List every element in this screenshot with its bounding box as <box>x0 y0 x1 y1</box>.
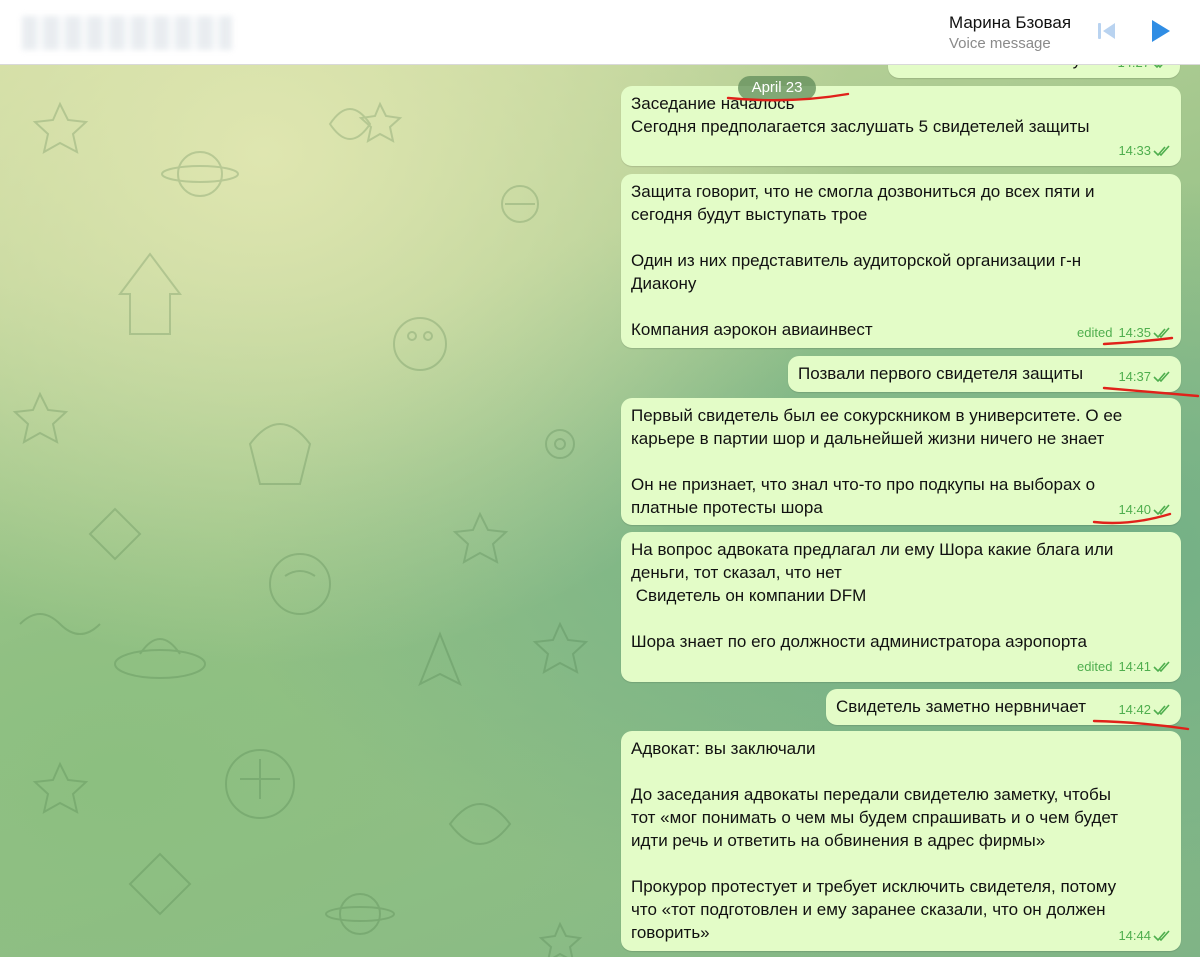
message-time: 14:42 <box>1118 702 1151 717</box>
message-meta: 14:42 <box>1118 698 1171 721</box>
message-meta: 14:44 <box>1118 924 1171 947</box>
double-check-icon <box>1153 660 1170 672</box>
edited-label: edited <box>1077 325 1113 340</box>
double-check-icon <box>1153 144 1170 156</box>
double-check-icon <box>1153 703 1170 715</box>
edited-label: edited <box>1077 659 1113 674</box>
message-bubble[interactable]: Свидетель заметно нервничает 14:42 <box>826 689 1181 725</box>
message-bubble[interactable]: Адвокат: вы заключали До заседания адвок… <box>621 731 1181 951</box>
message-text: Заседание началось Сегодня предполагаетс… <box>631 94 1090 136</box>
message-time: 14:37 <box>1118 369 1151 384</box>
double-check-icon <box>1153 326 1170 338</box>
message-bubble[interactable]: Заседание началось Сегодня предполагаетс… <box>621 86 1181 166</box>
message-text: Адвокат: вы заключали До заседания адвок… <box>631 739 1119 942</box>
message-time: 14:35 <box>1118 325 1151 340</box>
message-meta: edited 14:41 <box>1077 655 1171 678</box>
message-bubble[interactable]: Защита говорит, что не смогла дозвонитьс… <box>621 174 1181 348</box>
message-time: 14:44 <box>1118 928 1151 943</box>
audio-player-subtitle: Voice message <box>949 35 1051 52</box>
message-text: Позвали первого свидетеля защиты <box>798 364 1084 383</box>
message-meta: 14:33 <box>1118 139 1171 162</box>
message-meta: edited 14:35 <box>1077 321 1171 344</box>
chat-title-blurred <box>22 16 232 50</box>
audio-player-name[interactable]: Марина Бзовая <box>949 13 1071 33</box>
message-text: Первый свидетель был ее сокурскником в у… <box>631 406 1123 517</box>
date-separator: April 23 <box>738 76 816 100</box>
play-icon[interactable] <box>1145 16 1175 46</box>
message-text: Защита говорит, что не смогла дозвонитьс… <box>631 182 1095 339</box>
message-text: На вопрос адвоката предлагал ли ему Шора… <box>631 540 1114 651</box>
double-check-icon <box>1153 370 1170 382</box>
message-time: 14:41 <box>1118 659 1151 674</box>
message-meta: 14:40 <box>1118 498 1171 521</box>
message-meta: 14:37 <box>1118 365 1171 388</box>
message-time: 14:40 <box>1118 502 1151 517</box>
message-bubble[interactable]: Позвали первого свидетеля защиты 14:37 <box>788 356 1181 392</box>
message-time: 14:33 <box>1118 143 1151 158</box>
top-bar: Марина Бзовая Voice message <box>0 0 1200 65</box>
message-bubble[interactable]: Первый свидетель был ее сокурскником в у… <box>621 398 1181 525</box>
skip-back-icon[interactable] <box>1095 20 1119 42</box>
double-check-icon <box>1153 503 1170 515</box>
message-bubble[interactable]: На вопрос адвоката предлагал ли ему Шора… <box>621 532 1181 682</box>
double-check-icon <box>1153 929 1170 941</box>
